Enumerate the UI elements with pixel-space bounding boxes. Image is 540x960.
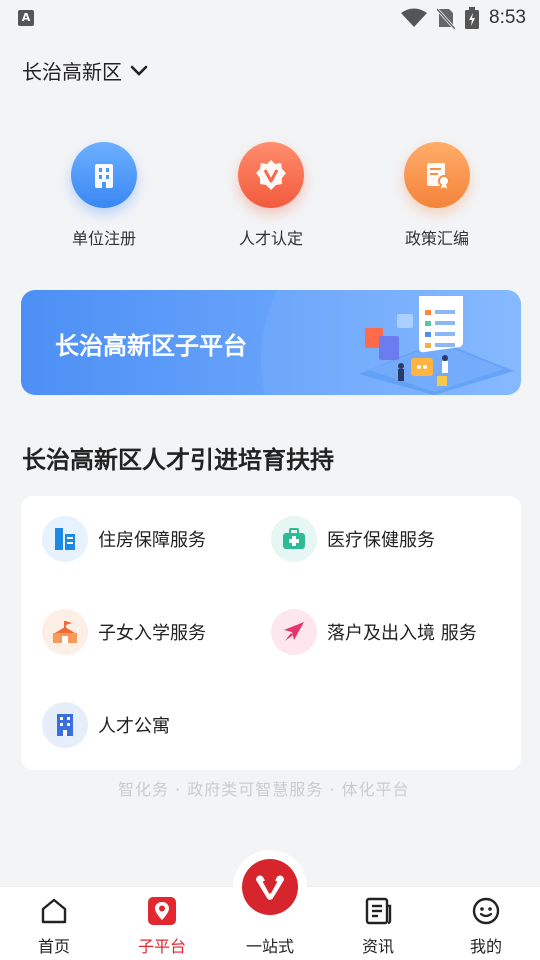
smile-face-icon [432,893,540,929]
school-icon [42,609,88,655]
status-time: 8:53 [489,7,526,28]
battery-icon [465,7,480,29]
medical-service-label: 医疗保健服务 [327,530,435,551]
medical-service-item[interactable]: 医疗保健服务 [271,516,435,562]
tab-home-label: 首页 [37,937,70,956]
no-sim-icon [437,7,456,29]
school-service-item[interactable]: 子女入学服务 [42,609,206,655]
school-service-label: 子女入学服务 [98,623,206,644]
ghost-caption: 智化务 · 政府类可智慧服务 · 体化平台 [118,780,410,799]
tab-home[interactable]: 首页 [0,887,108,960]
housing-service-label: 住房保障服务 [98,530,206,551]
housing-icon [42,516,88,562]
badge-v-icon [238,142,304,208]
tab-mine[interactable]: 我的 [432,887,540,960]
status-bar: A 8:53 [0,0,540,36]
accessibility-icon: A [18,10,34,26]
residence-service-item[interactable]: 落户及出入境 服务 [271,609,477,655]
talent-certify-button[interactable]: 人才认定 [206,142,336,249]
status-left: A [18,10,34,26]
residence-service-label: 落户及出入境 服务 [327,623,477,644]
platform-illustration-icon [359,296,514,395]
v-logo-icon [242,859,298,915]
housing-service-item[interactable]: 住房保障服务 [42,516,206,562]
building-icon [71,142,137,208]
section-title: 长治高新区人才引进培育扶持 [22,446,334,474]
home-icon [0,893,108,929]
chevron-down-icon [130,65,148,76]
region-label: 长治高新区 [22,60,122,84]
tab-sub-platform-label: 子平台 [137,937,186,956]
tab-one-stop-label: 一站式 [245,937,294,956]
news-icon [324,893,432,929]
apartment-icon [42,702,88,748]
airplane-icon [271,609,317,655]
tab-sub-platform[interactable]: 子平台 [108,887,216,960]
banner-title: 长治高新区子平台 [55,332,247,360]
unit-register-label: 单位注册 [71,229,136,248]
talent-apartment-label: 人才公寓 [98,716,170,737]
status-right: 8:53 [401,7,526,29]
location-pin-icon [108,893,216,929]
services-card: 住房保障服务 医疗保健服务 子女入学服务 落户及出入境 服务 人才公寓 [21,496,521,770]
tab-mine-label: 我的 [469,937,502,956]
talent-apartment-item[interactable]: 人才公寓 [42,702,170,748]
sub-platform-banner[interactable]: 长治高新区子平台 [21,290,521,395]
policy-compile-button[interactable]: 政策汇编 [372,142,502,249]
one-stop-center-button[interactable] [233,850,307,924]
medical-kit-icon [271,516,317,562]
talent-certify-label: 人才认定 [238,229,303,248]
certificate-icon [404,142,470,208]
tab-news-label: 资讯 [361,937,394,956]
unit-register-button[interactable]: 单位注册 [39,142,169,249]
region-selector[interactable]: 长治高新区 [22,56,148,85]
policy-compile-label: 政策汇编 [404,229,469,248]
wifi-icon [401,8,428,27]
tab-news[interactable]: 资讯 [324,887,432,960]
